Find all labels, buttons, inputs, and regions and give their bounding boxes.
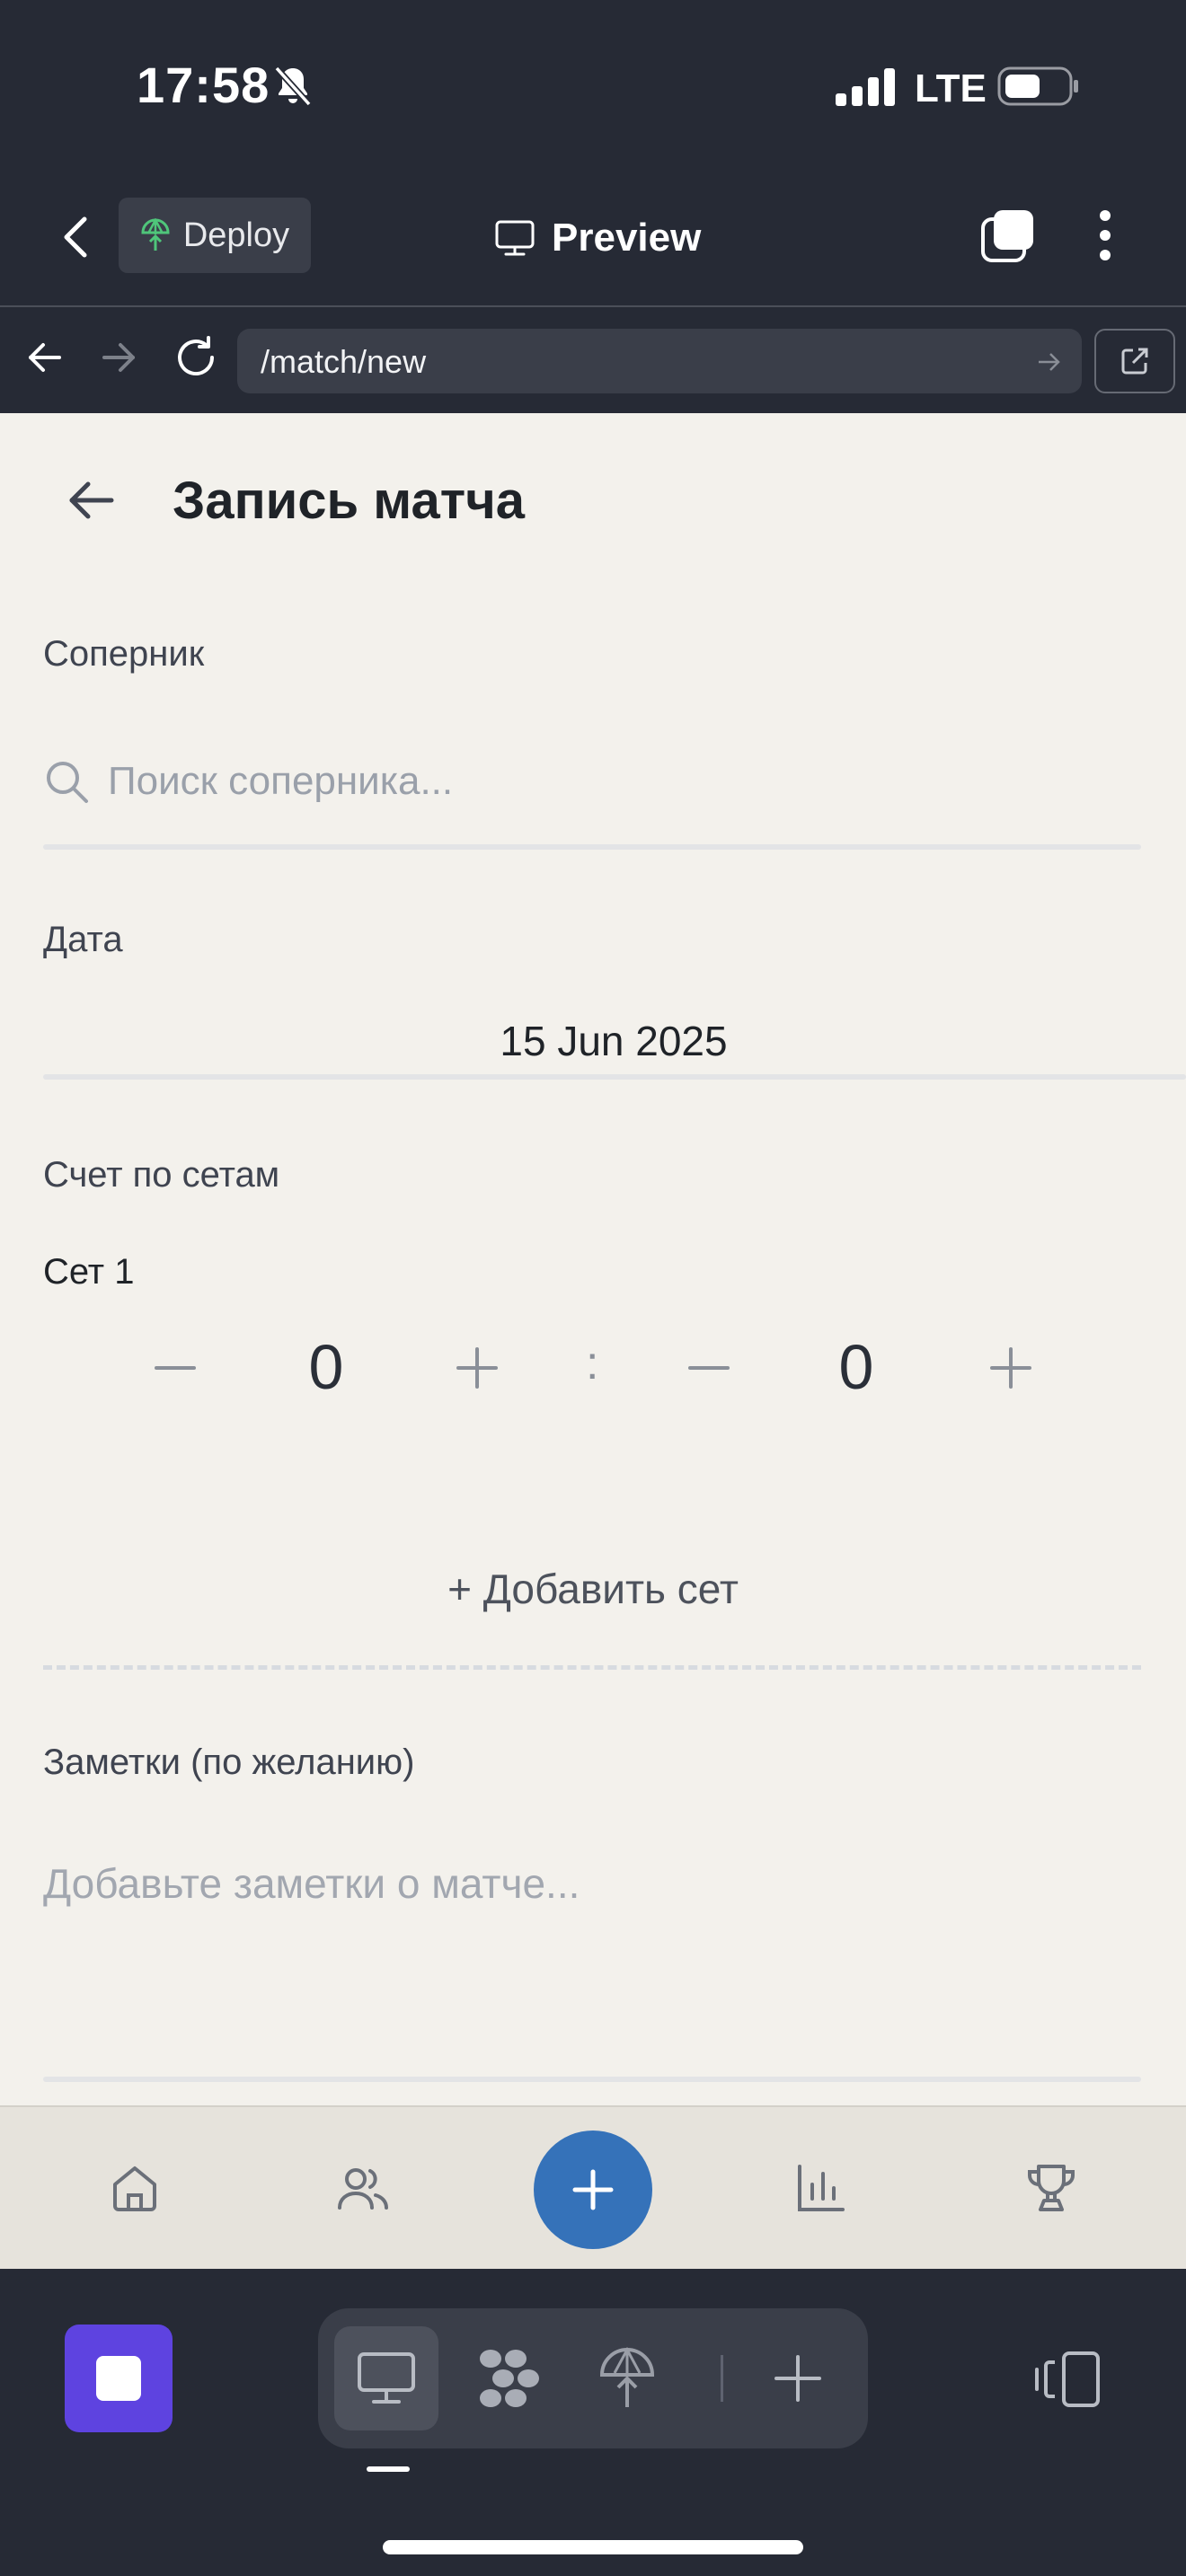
home-indicator: [383, 2540, 803, 2554]
users-icon[interactable]: [334, 2159, 392, 2217]
more-icon[interactable]: [1087, 207, 1123, 264]
network-label: LTE: [915, 66, 987, 110]
monitor-icon: [495, 220, 535, 256]
device-toggle-icon[interactable]: [1033, 2350, 1102, 2409]
opponent-label: Соперник: [43, 634, 205, 674]
preview-label: Preview: [552, 216, 702, 260]
preview-title: Preview: [494, 207, 701, 269]
opponent-score: 0: [838, 1332, 874, 1402]
deploy-icon: [141, 218, 170, 251]
search-icon: [47, 762, 88, 803]
reload-icon[interactable]: [173, 334, 219, 381]
deploy-button[interactable]: Deploy: [119, 198, 311, 273]
match-form-page: Запись матча Соперник Дата 15 Jun 2025 С…: [0, 413, 1186, 2105]
deploy-icon: [599, 2346, 655, 2407]
stop-icon: [96, 2356, 141, 2401]
canvas-mode-button[interactable]: [455, 2326, 559, 2430]
player-score: 0: [308, 1332, 344, 1402]
status-bar: 17:58 LTE: [0, 0, 1186, 171]
set-score-row: 0 : 0: [0, 1311, 1186, 1419]
mode-separator: [721, 2355, 723, 2402]
opponent-search-input[interactable]: [108, 754, 1141, 808]
nav-forward-icon[interactable]: [99, 338, 138, 377]
bell-slash-icon: [274, 66, 312, 107]
back-icon[interactable]: [56, 210, 95, 264]
desktop-mode-button[interactable]: [334, 2326, 438, 2430]
notes-input[interactable]: [43, 1859, 1141, 2039]
add-match-fab[interactable]: [534, 2130, 652, 2249]
signal-icon: [836, 68, 895, 106]
deploy-mode-button[interactable]: [575, 2326, 679, 2430]
view-mode-group: [318, 2308, 868, 2448]
url-go-icon[interactable]: [1035, 348, 1062, 375]
browser-bar: /match/new: [0, 305, 1186, 413]
open-external-icon: [1121, 348, 1148, 375]
plus-icon: [572, 2169, 614, 2210]
notes-underline: [43, 2077, 1141, 2082]
opponent-increment-button[interactable]: [979, 1337, 1042, 1399]
set-label: Сет 1: [43, 1252, 135, 1292]
app-toolbar: Deploy Preview: [0, 171, 1186, 305]
url-bar[interactable]: /match/new: [237, 329, 1082, 393]
desktop-icon: [358, 2352, 415, 2404]
open-external-button[interactable]: [1094, 329, 1175, 393]
opponent-underline: [43, 844, 1141, 850]
trophy-icon[interactable]: [1022, 2159, 1080, 2217]
add-mode-button[interactable]: [746, 2326, 850, 2430]
url-text: /match/new: [261, 343, 427, 380]
date-label: Дата: [43, 920, 123, 959]
notes-label: Заметки (по желанию): [43, 1742, 415, 1782]
page-title: Запись матча: [173, 472, 526, 530]
deploy-label: Deploy: [182, 216, 290, 254]
date-underline: [43, 1074, 1186, 1080]
battery-icon: [997, 66, 1078, 106]
tabs-icon[interactable]: [979, 207, 1037, 264]
player-increment-button[interactable]: [446, 1337, 509, 1399]
home-icon[interactable]: [106, 2159, 164, 2217]
plus-icon: [774, 2355, 821, 2402]
bottom-nav: [0, 2105, 1186, 2269]
active-mode-indicator: [367, 2466, 410, 2472]
stats-icon[interactable]: [792, 2159, 850, 2217]
nav-back-icon[interactable]: [25, 338, 65, 377]
dashed-divider: [43, 1665, 1141, 1670]
score-separator: :: [586, 1337, 599, 1389]
opponent-decrement-button[interactable]: [677, 1337, 740, 1399]
status-time: 17:58: [137, 57, 270, 113]
score-label: Счет по сетам: [43, 1155, 280, 1195]
page-back-icon[interactable]: [65, 478, 119, 523]
player-decrement-button[interactable]: [144, 1337, 207, 1399]
dev-toolbar: [0, 2269, 1186, 2576]
date-field[interactable]: 15 Jun 2025: [43, 1017, 1184, 1065]
add-set-button[interactable]: + Добавить сет: [0, 1565, 1186, 1613]
grid-icon: [480, 2350, 539, 2407]
stop-button[interactable]: [65, 2325, 173, 2432]
